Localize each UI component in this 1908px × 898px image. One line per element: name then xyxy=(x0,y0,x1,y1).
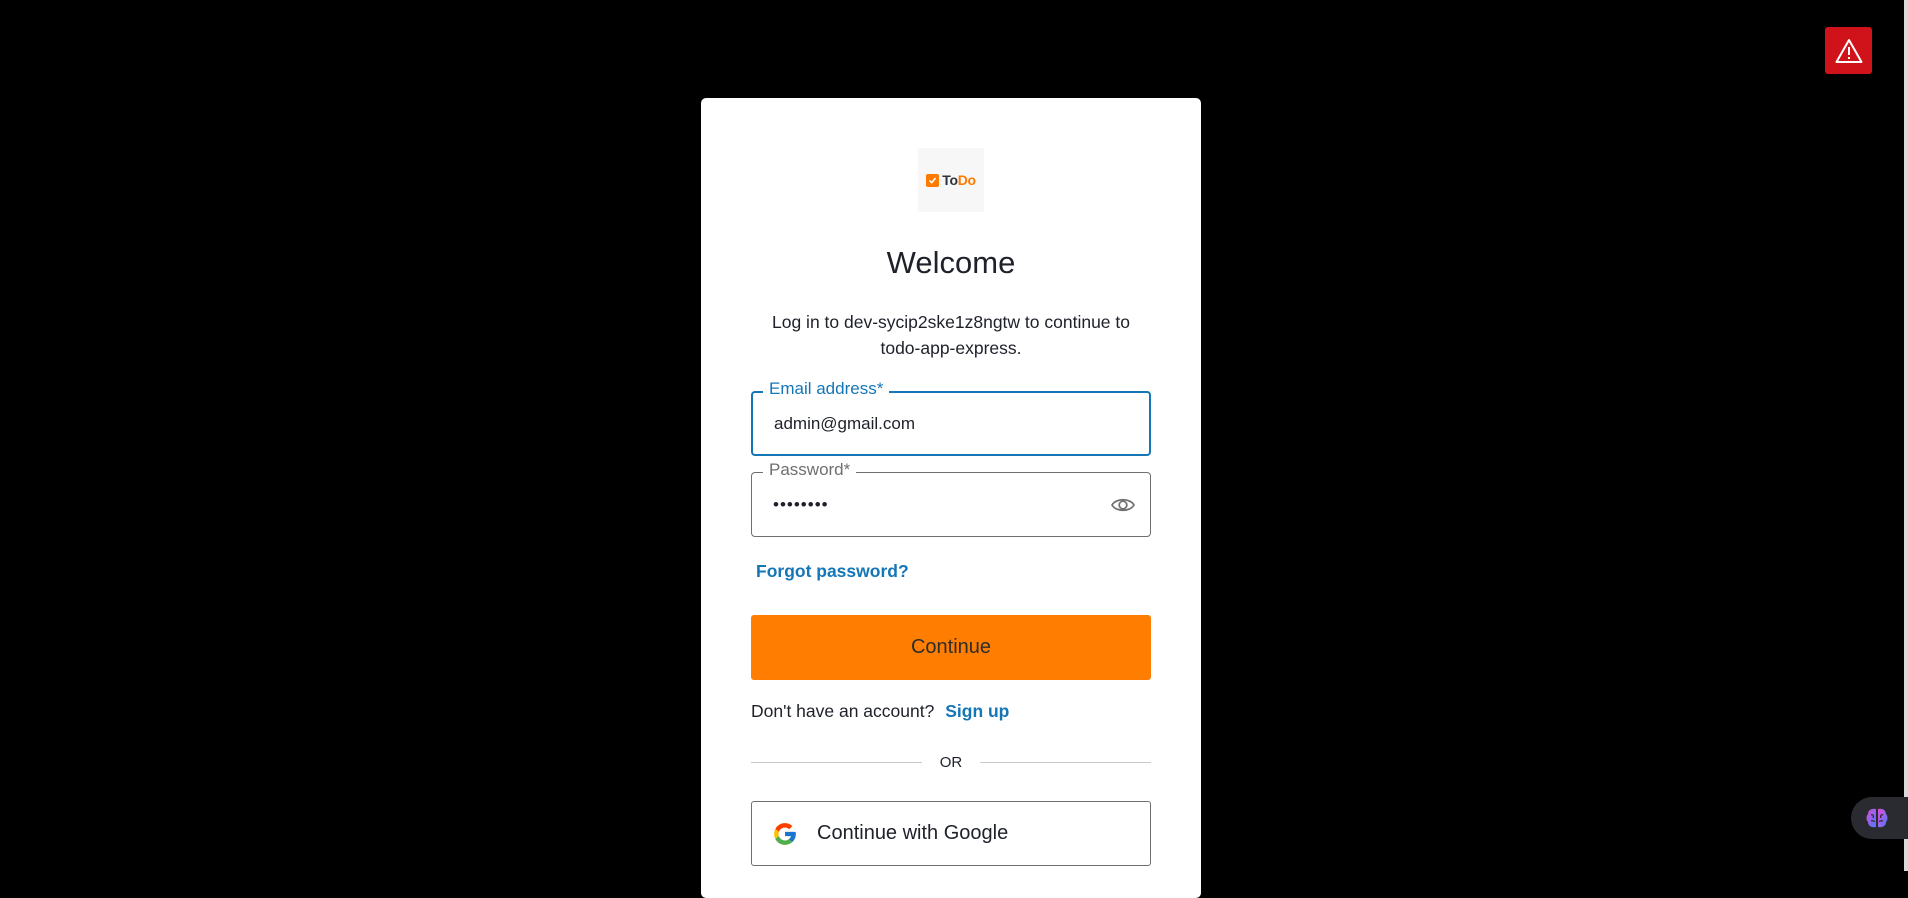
todo-logo: ToDo xyxy=(918,148,984,212)
logo-text-to: To xyxy=(942,172,958,188)
divider-right xyxy=(980,762,1151,763)
google-login-button[interactable]: Continue with Google xyxy=(751,801,1151,866)
password-field[interactable]: Password* •••••••• xyxy=(751,460,1151,537)
signup-prompt: Don't have an account? Sign up xyxy=(751,701,1009,722)
warning-icon xyxy=(1835,38,1862,63)
continue-button[interactable]: Continue xyxy=(751,615,1151,680)
email-input[interactable]: admin@gmail.com xyxy=(774,414,915,434)
alert-button[interactable] xyxy=(1825,27,1872,74)
password-input[interactable]: •••••••• xyxy=(773,495,829,515)
eye-icon[interactable] xyxy=(1110,493,1136,517)
logo-text-do: Do xyxy=(957,172,976,188)
login-card: ToDo Welcome Log in to dev-sycip2ske1z8n… xyxy=(701,98,1201,898)
brain-icon xyxy=(1866,808,1888,828)
page-title: Welcome xyxy=(886,245,1016,280)
email-label: Email address* xyxy=(763,379,890,399)
forgot-password-link[interactable]: Forgot password? xyxy=(756,561,909,582)
checkbox-icon xyxy=(926,173,940,187)
password-label: Password* xyxy=(763,460,857,480)
scrollbar[interactable] xyxy=(1904,0,1908,871)
google-login-label: Continue with Google xyxy=(817,822,1009,844)
login-subtitle: Log in to dev-sycip2ske1z8ngtw to contin… xyxy=(772,312,1130,358)
no-account-text: Don't have an account? xyxy=(751,701,935,721)
email-field[interactable]: Email address* admin@gmail.com xyxy=(751,379,1151,456)
google-icon xyxy=(774,823,796,845)
extension-button[interactable] xyxy=(1851,797,1908,839)
signup-link[interactable]: Sign up xyxy=(945,701,1009,721)
